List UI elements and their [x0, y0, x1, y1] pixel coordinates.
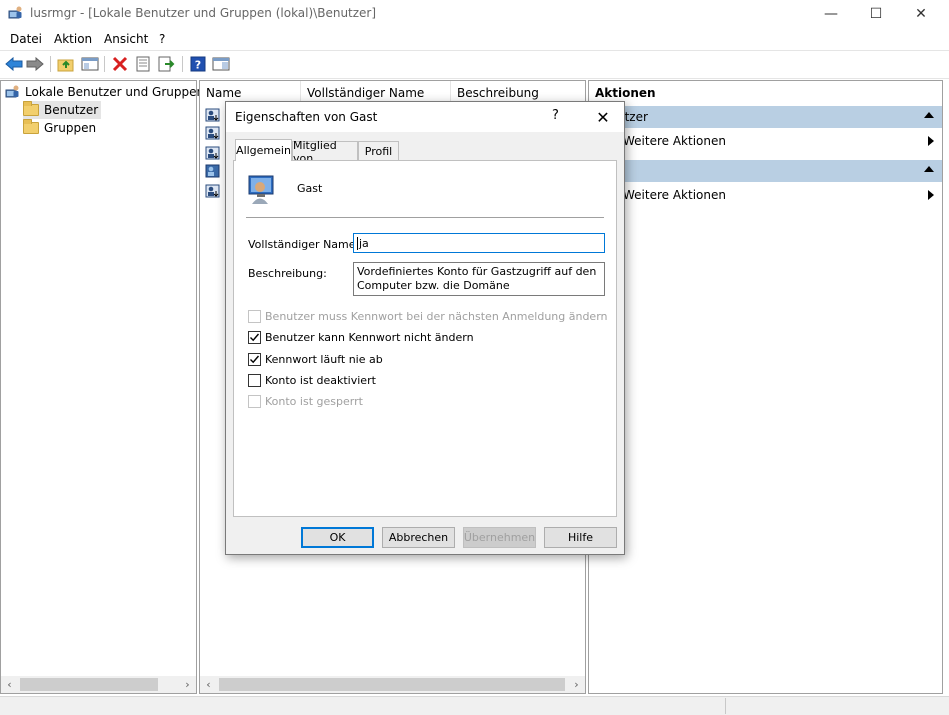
- submenu-arrow-icon: [928, 190, 934, 200]
- user-icon[interactable]: [205, 125, 221, 141]
- tree-item-benutzer[interactable]: Benutzer: [23, 101, 102, 119]
- menu-datei[interactable]: Datei: [10, 32, 42, 46]
- tree-item-label: Gruppen: [44, 121, 97, 135]
- separator: [246, 217, 604, 218]
- more-actions-label: Weitere Aktionen: [623, 134, 726, 148]
- forward-arrow-icon[interactable]: [26, 55, 44, 73]
- folder-icon: [23, 101, 39, 116]
- dialog-close-button[interactable]: ✕: [590, 104, 616, 130]
- back-arrow-icon[interactable]: [5, 55, 23, 73]
- list-horizontal-scrollbar[interactable]: ‹ ›: [200, 676, 585, 693]
- actions-pane: Aktionen utzer Weitere Aktionen Weitere …: [588, 80, 943, 694]
- users-computer-icon: [5, 84, 21, 100]
- user-icon[interactable]: [205, 107, 221, 123]
- cannot-change-password-checkbox[interactable]: Benutzer kann Kennwort nicht ändern: [248, 329, 474, 345]
- actions-group-gast[interactable]: [589, 160, 942, 182]
- checkbox-box[interactable]: [248, 352, 261, 366]
- tab-mitglied-von[interactable]: Mitglied von: [292, 139, 358, 165]
- window-title: lusrmgr - [Lokale Benutzer und Gruppen (…: [30, 6, 377, 20]
- must-change-password-checkbox[interactable]: Benutzer muss Kennwort bei der nächsten …: [248, 308, 608, 324]
- cancel-button[interactable]: Abbrechen: [382, 527, 455, 548]
- checkbox-box[interactable]: [248, 394, 261, 408]
- user-icon[interactable]: [205, 183, 221, 199]
- collapse-icon[interactable]: [924, 166, 934, 172]
- collapse-icon[interactable]: [924, 112, 934, 118]
- show-action-pane-icon[interactable]: [212, 55, 230, 73]
- tree-item-label: Benutzer: [44, 103, 99, 117]
- svg-text:?: ?: [195, 59, 201, 72]
- minimize-button[interactable]: —: [808, 0, 854, 28]
- checkbox-box[interactable]: [248, 373, 261, 387]
- scroll-right-icon[interactable]: ›: [179, 676, 196, 693]
- delete-icon[interactable]: [111, 55, 129, 73]
- menu-bar: Datei Aktion Ansicht ?: [0, 28, 949, 50]
- users-computer-icon: [8, 5, 24, 21]
- console-tree: Lokale Benutzer und Gruppen (lo Benutzer…: [0, 80, 223, 694]
- toolbar: ?: [0, 50, 949, 79]
- properties-icon[interactable]: [134, 55, 152, 73]
- tab-profil[interactable]: Profil: [358, 141, 399, 161]
- more-actions-label: Weitere Aktionen: [623, 188, 726, 202]
- menu-ansicht[interactable]: Ansicht: [104, 32, 148, 46]
- tree-root-label: Lokale Benutzer und Gruppen (lo: [25, 85, 224, 99]
- show-hide-tree-icon[interactable]: [81, 55, 99, 73]
- dialog-title: Eigenschaften von Gast: [235, 110, 378, 124]
- tree-item-gruppen[interactable]: Gruppen: [23, 119, 96, 137]
- description-label: Beschreibung:: [248, 267, 327, 280]
- scroll-thumb[interactable]: [219, 678, 565, 691]
- fullname-input[interactable]: ja: [353, 233, 605, 253]
- user-avatar-icon: [246, 173, 278, 208]
- export-list-icon[interactable]: [157, 55, 175, 73]
- maximize-button[interactable]: ☐: [853, 0, 899, 28]
- up-folder-icon[interactable]: [57, 55, 75, 73]
- dialog-title-bar: Eigenschaften von Gast ? ✕: [226, 102, 624, 132]
- scroll-thumb[interactable]: [20, 678, 158, 691]
- scroll-right-icon[interactable]: ›: [568, 676, 585, 693]
- username-label: Gast: [297, 182, 323, 195]
- checkmark-icon: [250, 355, 260, 363]
- apply-button[interactable]: Übernehmen: [463, 527, 536, 548]
- tree-horizontal-scrollbar[interactable]: ‹ ›: [1, 676, 196, 693]
- more-actions-item[interactable]: Weitere Aktionen: [589, 184, 942, 206]
- submenu-arrow-icon: [928, 136, 934, 146]
- account-locked-checkbox[interactable]: Konto ist gesperrt: [248, 393, 363, 409]
- scroll-left-icon[interactable]: ‹: [200, 676, 217, 693]
- status-bar: [0, 696, 949, 715]
- folder-icon: [23, 119, 39, 134]
- dialog-help-button[interactable]: ?: [552, 108, 559, 123]
- title-bar: lusrmgr - [Lokale Benutzer und Gruppen (…: [0, 0, 949, 28]
- user-icon[interactable]: [205, 145, 221, 161]
- properties-dialog: Eigenschaften von Gast ? ✕ Allgemein Mit…: [225, 101, 625, 555]
- menu-help[interactable]: ?: [159, 32, 165, 46]
- user-icon[interactable]: [205, 163, 221, 179]
- actions-group-benutzer[interactable]: utzer: [589, 106, 942, 128]
- close-button[interactable]: ✕: [898, 0, 944, 28]
- account-disabled-checkbox[interactable]: Konto ist deaktiviert: [248, 372, 376, 388]
- tree-root[interactable]: Lokale Benutzer und Gruppen (lo: [5, 83, 223, 101]
- checkmark-icon: [250, 333, 260, 341]
- fullname-label: Vollständiger Name:: [248, 238, 360, 251]
- password-never-expires-checkbox[interactable]: Kennwort läuft nie ab: [248, 351, 383, 367]
- tab-allgemein[interactable]: Allgemein: [235, 139, 292, 161]
- general-tab-page: Gast Vollständiger Name: ja Beschreibung…: [233, 160, 617, 517]
- help-icon[interactable]: ?: [189, 55, 207, 73]
- checkbox-box[interactable]: [248, 330, 261, 344]
- more-actions-item[interactable]: Weitere Aktionen: [589, 130, 942, 152]
- status-divider: [725, 698, 726, 714]
- description-input[interactable]: Vordefiniertes Konto für Gastzugriff auf…: [353, 262, 605, 296]
- actions-header: Aktionen: [589, 81, 942, 105]
- help-button[interactable]: Hilfe: [544, 527, 617, 548]
- menu-aktion[interactable]: Aktion: [54, 32, 92, 46]
- ok-button[interactable]: OK: [301, 527, 374, 548]
- checkbox-box[interactable]: [248, 309, 261, 323]
- scroll-left-icon[interactable]: ‹: [1, 676, 18, 693]
